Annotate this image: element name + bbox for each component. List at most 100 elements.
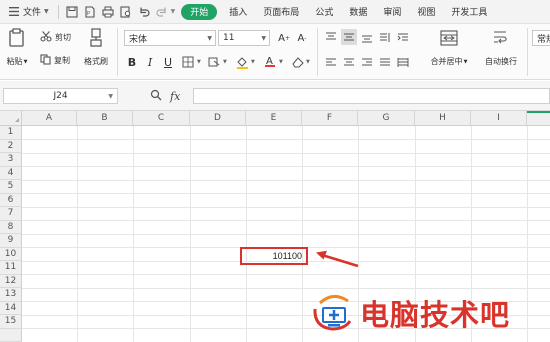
fx-icon[interactable]: fx [170,90,180,103]
font-size-combo[interactable]: 11 ▼ [218,30,270,46]
menu-bar: 文件 ▼ P ▼ 开始 插入 页面布局 公式 数据 审阅 视图 开发工具 [0,0,550,24]
row-header[interactable]: 5 [0,180,22,194]
select-all-corner[interactable] [0,111,22,126]
name-box[interactable]: J24 ▼ [3,88,118,104]
row-header[interactable]: 14 [0,301,22,315]
watermark-logo-icon [313,295,352,331]
fill-color-icon[interactable] [234,54,250,70]
font-size-value: 11 [223,33,235,43]
annotation-arrow [316,250,359,268]
italic-icon[interactable]: I [142,54,158,70]
brush-icon [86,28,106,48]
row-header[interactable]: 7 [0,207,22,221]
gridline [302,126,303,342]
bold-icon[interactable]: B [124,54,140,70]
row-header[interactable]: 9 [0,234,22,248]
eraser-icon[interactable] [289,54,305,70]
chevron-down-icon[interactable]: ▼ [108,93,113,100]
tab-view[interactable]: 视图 [409,5,443,18]
align-top-icon[interactable] [323,29,339,45]
tab-data[interactable]: 数据 [341,5,375,18]
tab-insert[interactable]: 插入 [221,5,255,18]
column-header-h[interactable]: H [415,111,471,126]
format-painter-label: 格式刷 [84,57,108,66]
column-header-partial[interactable] [527,111,550,126]
chevron-down-icon[interactable]: ▼ [223,59,227,65]
justify-icon[interactable] [377,54,393,70]
increase-font-icon[interactable]: A + [276,30,292,46]
border-icon[interactable] [180,54,196,70]
format-painter-button[interactable]: 格式刷 [80,28,112,67]
indent-icon[interactable] [395,29,411,45]
column-header-d[interactable]: D [190,111,246,126]
copy-icon [40,54,51,67]
distributed-icon[interactable] [395,54,411,70]
column-header-a[interactable]: A [22,111,77,126]
export-pdf-icon[interactable]: P [83,5,97,19]
zoom-search-icon[interactable] [150,89,162,104]
chevron-down-icon: ▼ [44,8,49,15]
row-header[interactable]: 4 [0,166,22,180]
undo-icon[interactable] [137,5,151,19]
gridline [77,126,78,342]
ribbon: 粘贴 ▼ 剪切 复制 格式刷 宋体 ▼ 11 ▼ A+ A- B I U ▼ [0,24,550,80]
align-middle-icon[interactable] [341,29,357,45]
decrease-font-icon[interactable]: A- [294,30,310,46]
row-header[interactable]: 13 [0,288,22,302]
text-direction-icon[interactable] [377,29,393,45]
row-header[interactable]: 15 [0,315,22,329]
cut-label: 剪切 [55,33,71,42]
chevron-down-icon[interactable]: ▼ [279,59,283,65]
merge-center-button[interactable]: 合并居中 ▼ [426,28,472,67]
row-header[interactable]: 6 [0,193,22,207]
font-name-value: 宋体 [129,34,148,45]
align-bottom-icon[interactable] [359,29,375,45]
row-header[interactable]: 11 [0,261,22,275]
align-center-icon[interactable] [341,54,357,70]
column-header-g[interactable]: G [358,111,415,126]
number-format-combo[interactable]: 常规 [532,30,550,46]
tab-home[interactable]: 开始 [181,3,218,20]
align-left-icon[interactable] [323,54,339,70]
print-preview-icon[interactable] [119,5,133,19]
save-icon[interactable] [65,5,79,19]
chevron-down-icon[interactable]: ▼ [306,59,310,65]
row-header[interactable]: 3 [0,153,22,167]
merge-label: 合并居中 [430,57,463,66]
tab-page-layout[interactable]: 页面布局 [255,5,307,18]
paste-button[interactable]: 粘贴 ▼ [4,28,30,67]
row-header[interactable]: 2 [0,139,22,153]
column-header-f[interactable]: F [302,111,358,126]
cut-button[interactable]: 剪切 [40,31,71,44]
column-header-i[interactable]: I [471,111,527,126]
tab-developer[interactable]: 开发工具 [443,5,495,18]
tab-formulas[interactable]: 公式 [307,5,341,18]
print-icon[interactable] [101,5,115,19]
svg-text:P: P [87,11,90,17]
column-header-e[interactable]: E [246,111,302,126]
font-name-combo[interactable]: 宋体 ▼ [124,30,216,46]
copy-button[interactable]: 复制 [40,54,70,67]
active-column-marker [527,111,550,113]
tab-review[interactable]: 审阅 [375,5,409,18]
chevron-down-icon[interactable]: ▼ [197,59,201,65]
wrap-text-button[interactable]: 自动换行 [480,28,522,67]
row-header-partial[interactable] [0,328,22,342]
redo-icon[interactable] [155,5,169,19]
fill-style-icon[interactable] [206,54,222,70]
column-header-b[interactable]: B [77,111,133,126]
chevron-down-icon[interactable]: ▼ [171,8,176,15]
chevron-down-icon: ▼ [463,58,468,65]
copy-label: 复制 [54,56,70,65]
column-header-c[interactable]: C [133,111,190,126]
font-color-icon[interactable]: A [262,53,278,69]
chevron-down-icon[interactable]: ▼ [251,59,255,65]
row-header[interactable]: 1 [0,126,22,140]
row-header[interactable]: 10 [0,247,22,261]
align-right-icon[interactable] [359,54,375,70]
underline-icon[interactable]: U [160,54,176,70]
file-menu[interactable]: 文件 ▼ [0,0,54,24]
row-header[interactable]: 8 [0,220,22,234]
formula-input[interactable] [193,88,550,104]
row-header[interactable]: 12 [0,274,22,288]
